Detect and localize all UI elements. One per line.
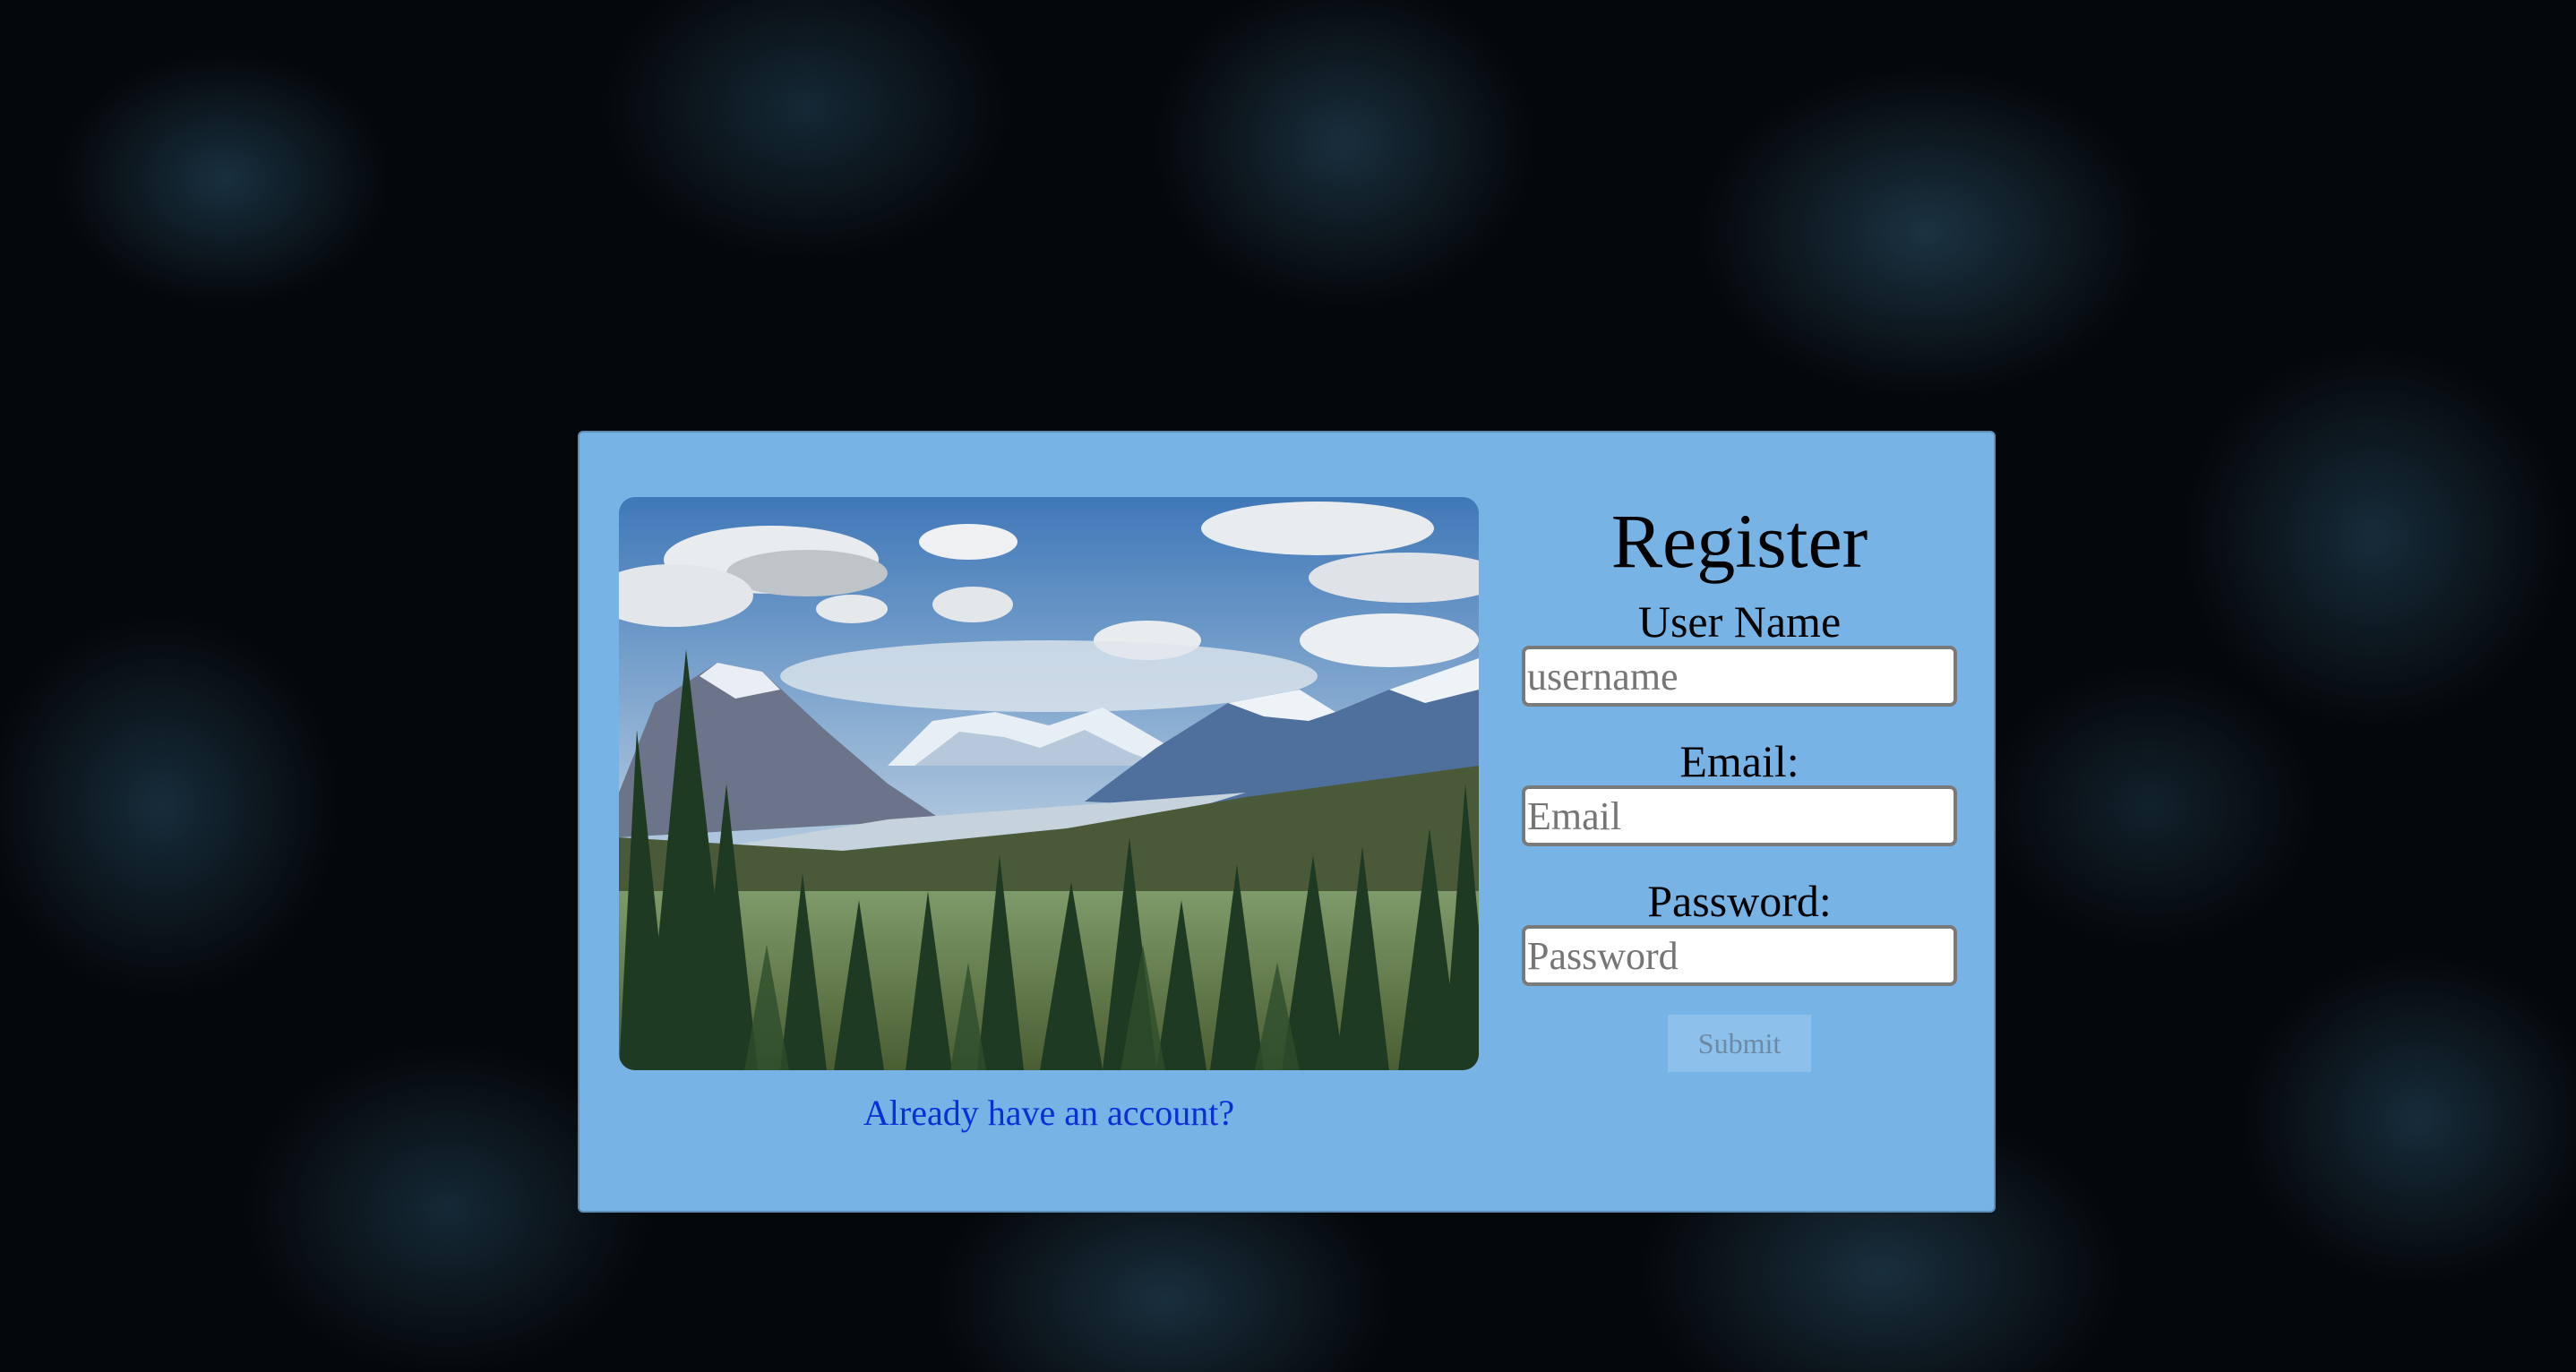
page-title: Register bbox=[1610, 498, 1868, 584]
email-input[interactable] bbox=[1522, 785, 1957, 846]
username-group: User Name bbox=[1520, 599, 1959, 707]
password-label: Password: bbox=[1647, 876, 1832, 926]
username-input[interactable] bbox=[1522, 646, 1957, 707]
password-group: Password: bbox=[1520, 879, 1959, 986]
login-link[interactable]: Already have an account? bbox=[619, 1092, 1479, 1134]
username-label: User Name bbox=[1637, 596, 1842, 647]
email-group: Email: bbox=[1520, 739, 1959, 846]
password-input[interactable] bbox=[1522, 925, 1957, 986]
email-label: Email: bbox=[1679, 736, 1799, 786]
submit-button[interactable]: Submit bbox=[1668, 1015, 1811, 1072]
landscape-image bbox=[619, 497, 1479, 1070]
register-card: Already have an account? Register User N… bbox=[578, 431, 1996, 1213]
register-form: Register User Name Email: Password: Subm… bbox=[1520, 486, 1959, 1072]
